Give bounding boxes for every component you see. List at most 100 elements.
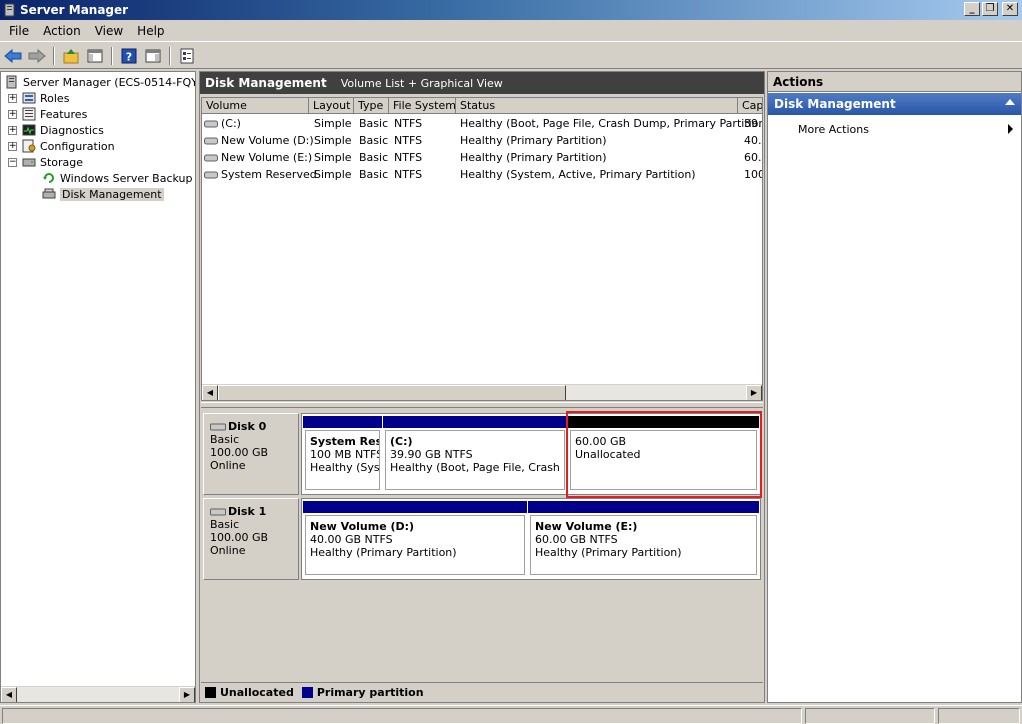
menu-action[interactable]: Action: [36, 24, 88, 38]
back-button[interactable]: [2, 46, 24, 66]
help-icon: ?: [121, 48, 137, 63]
volume-name: System Reserved: [221, 168, 317, 181]
table-row[interactable]: (C:) Simple Basic NTFS Healthy (Boot, Pa…: [202, 116, 762, 133]
disk-label: Disk 0: [228, 420, 267, 433]
show-hide-tree-button[interactable]: [84, 46, 106, 66]
scroll-left-arrow-icon[interactable]: ◀: [202, 385, 218, 400]
status-cell: [2, 708, 802, 724]
submenu-arrow-icon[interactable]: [1008, 124, 1013, 134]
tree-item-disk-management[interactable]: Disk Management: [42, 186, 164, 202]
tree-item-label: Configuration: [40, 139, 115, 153]
menu-file[interactable]: File: [2, 24, 36, 38]
tree-item-diagnostics[interactable]: + Diagnostics: [8, 122, 104, 138]
diagnostics-icon: [22, 123, 36, 137]
tree-item-storage[interactable]: − Storage: [8, 154, 83, 170]
disk-management-icon: [42, 187, 56, 201]
legend-primary: Primary partition: [301, 686, 424, 699]
toolbar: ?: [0, 43, 1022, 69]
collapse-icon[interactable]: −: [8, 157, 17, 167]
volume-cell: New Volume (D:): [204, 134, 314, 147]
partition-size: 100 MB NTFS: [310, 448, 380, 461]
pane-splitter[interactable]: [201, 402, 763, 408]
table-row[interactable]: New Volume (D:) Simple Basic NTFS Health…: [202, 133, 762, 150]
help-button[interactable]: ?: [118, 46, 140, 66]
partition[interactable]: New Volume (E:) 60.00 GB NTFS Healthy (P…: [528, 501, 759, 577]
legend: Unallocated Primary partition: [201, 682, 763, 702]
more-actions-link[interactable]: More Actions: [798, 123, 869, 136]
file-system-cell: NTFS: [394, 168, 423, 181]
partition-size: 39.90 GB NTFS: [390, 448, 473, 461]
volume-name: New Volume (E:): [221, 151, 313, 164]
volume-name: (C:): [221, 117, 241, 130]
capacity-cell: 39.9: [744, 117, 762, 130]
column-header-layout[interactable]: Layout: [309, 98, 354, 114]
scroll-left-arrow-icon[interactable]: ◀: [1, 687, 17, 702]
type-cell: Basic: [359, 117, 389, 130]
legend-label: Unallocated: [220, 686, 294, 699]
storage-icon: [22, 155, 36, 169]
tree-item-features[interactable]: + Features: [8, 106, 87, 122]
disk-info[interactable]: Disk 1 Basic 100.00 GB Online: [203, 498, 299, 580]
forward-button[interactable]: [26, 46, 48, 66]
actions-section-disk-management[interactable]: Disk Management: [768, 93, 1021, 115]
column-header-file-system[interactable]: File System: [389, 98, 456, 114]
collapse-arrow-icon[interactable]: [1005, 99, 1015, 105]
scrollbar-thumb[interactable]: [218, 385, 566, 400]
legend-swatch: [205, 687, 216, 698]
properties-button[interactable]: [176, 46, 198, 66]
partition-size: 40.00 GB NTFS: [310, 533, 393, 546]
tree-item-windows-server-backup[interactable]: Windows Server Backup: [42, 170, 193, 186]
layout-cell: Simple: [314, 134, 352, 147]
up-button[interactable]: [60, 46, 82, 66]
highlight-box: [566, 411, 762, 498]
scroll-right-arrow-icon[interactable]: ▶: [746, 385, 762, 400]
column-header-capacity[interactable]: Cap: [738, 98, 762, 114]
volume-icon: [204, 171, 218, 178]
volume-cell: System Reserved: [204, 168, 317, 181]
minimize-button[interactable]: _: [964, 2, 980, 16]
volume-cell: New Volume (E:): [204, 151, 312, 164]
partition-name: System Res: [310, 435, 380, 448]
disk-info[interactable]: Disk 0 Basic 100.00 GB Online: [203, 413, 299, 495]
show-hide-tree-icon: [87, 49, 103, 62]
partition-status: Healthy (Primary Partition): [310, 546, 457, 559]
show-hide-action-pane-button[interactable]: [142, 46, 164, 66]
partition[interactable]: New Volume (D:) 40.00 GB NTFS Healthy (P…: [303, 501, 527, 577]
scroll-right-arrow-icon[interactable]: ▶: [179, 687, 195, 702]
disk-icon: [210, 508, 226, 515]
volume-list-horizontal-scrollbar[interactable]: ◀ ▶: [202, 384, 762, 400]
tree-root[interactable]: Server Manager (ECS-0514-FQY-00: [5, 74, 195, 90]
column-header-type[interactable]: Type: [354, 98, 389, 114]
features-icon: [22, 107, 36, 121]
close-button[interactable]: ✕: [1002, 2, 1018, 16]
disk-size: 100.00 GB: [210, 446, 269, 459]
menu-help[interactable]: Help: [130, 24, 171, 38]
partition-bar: [303, 501, 527, 513]
tree-item-configuration[interactable]: + Configuration: [8, 138, 115, 154]
menu-bar: File Action View Help: [0, 20, 1022, 42]
column-header-volume[interactable]: Volume: [202, 98, 309, 114]
partition-bar: [303, 416, 382, 428]
expand-icon[interactable]: +: [8, 93, 17, 103]
status-cell: Healthy (System, Active, Primary Partiti…: [460, 168, 696, 181]
partition[interactable]: System Res 100 MB NTFS Healthy (Syst: [303, 416, 382, 492]
expand-icon[interactable]: +: [8, 125, 17, 135]
status-cell: Healthy (Primary Partition): [460, 151, 607, 164]
center-header: Disk Management Volume List + Graphical …: [200, 72, 764, 94]
toolbar-separator: [53, 46, 55, 65]
tree-item-roles[interactable]: + Roles: [8, 90, 69, 106]
table-row[interactable]: System Reserved Simple Basic NTFS Health…: [202, 167, 762, 184]
partition-body: (C:) 39.90 GB NTFS Healthy (Boot, Page F…: [385, 430, 565, 490]
disk-name: Disk 1: [210, 505, 298, 518]
volume-icon: [204, 154, 218, 161]
partition-name: New Volume (D:): [310, 520, 415, 533]
expand-icon[interactable]: +: [8, 109, 17, 119]
tree-horizontal-scrollbar[interactable]: ◀ ▶: [1, 686, 195, 702]
column-header-status[interactable]: Status: [456, 98, 738, 114]
restore-button[interactable]: ❐: [982, 2, 998, 16]
table-row[interactable]: New Volume (E:) Simple Basic NTFS Health…: [202, 150, 762, 167]
expand-icon[interactable]: +: [8, 141, 17, 151]
menu-view[interactable]: View: [88, 24, 130, 38]
status-cell: [805, 708, 935, 724]
partition[interactable]: (C:) 39.90 GB NTFS Healthy (Boot, Page F…: [383, 416, 567, 492]
